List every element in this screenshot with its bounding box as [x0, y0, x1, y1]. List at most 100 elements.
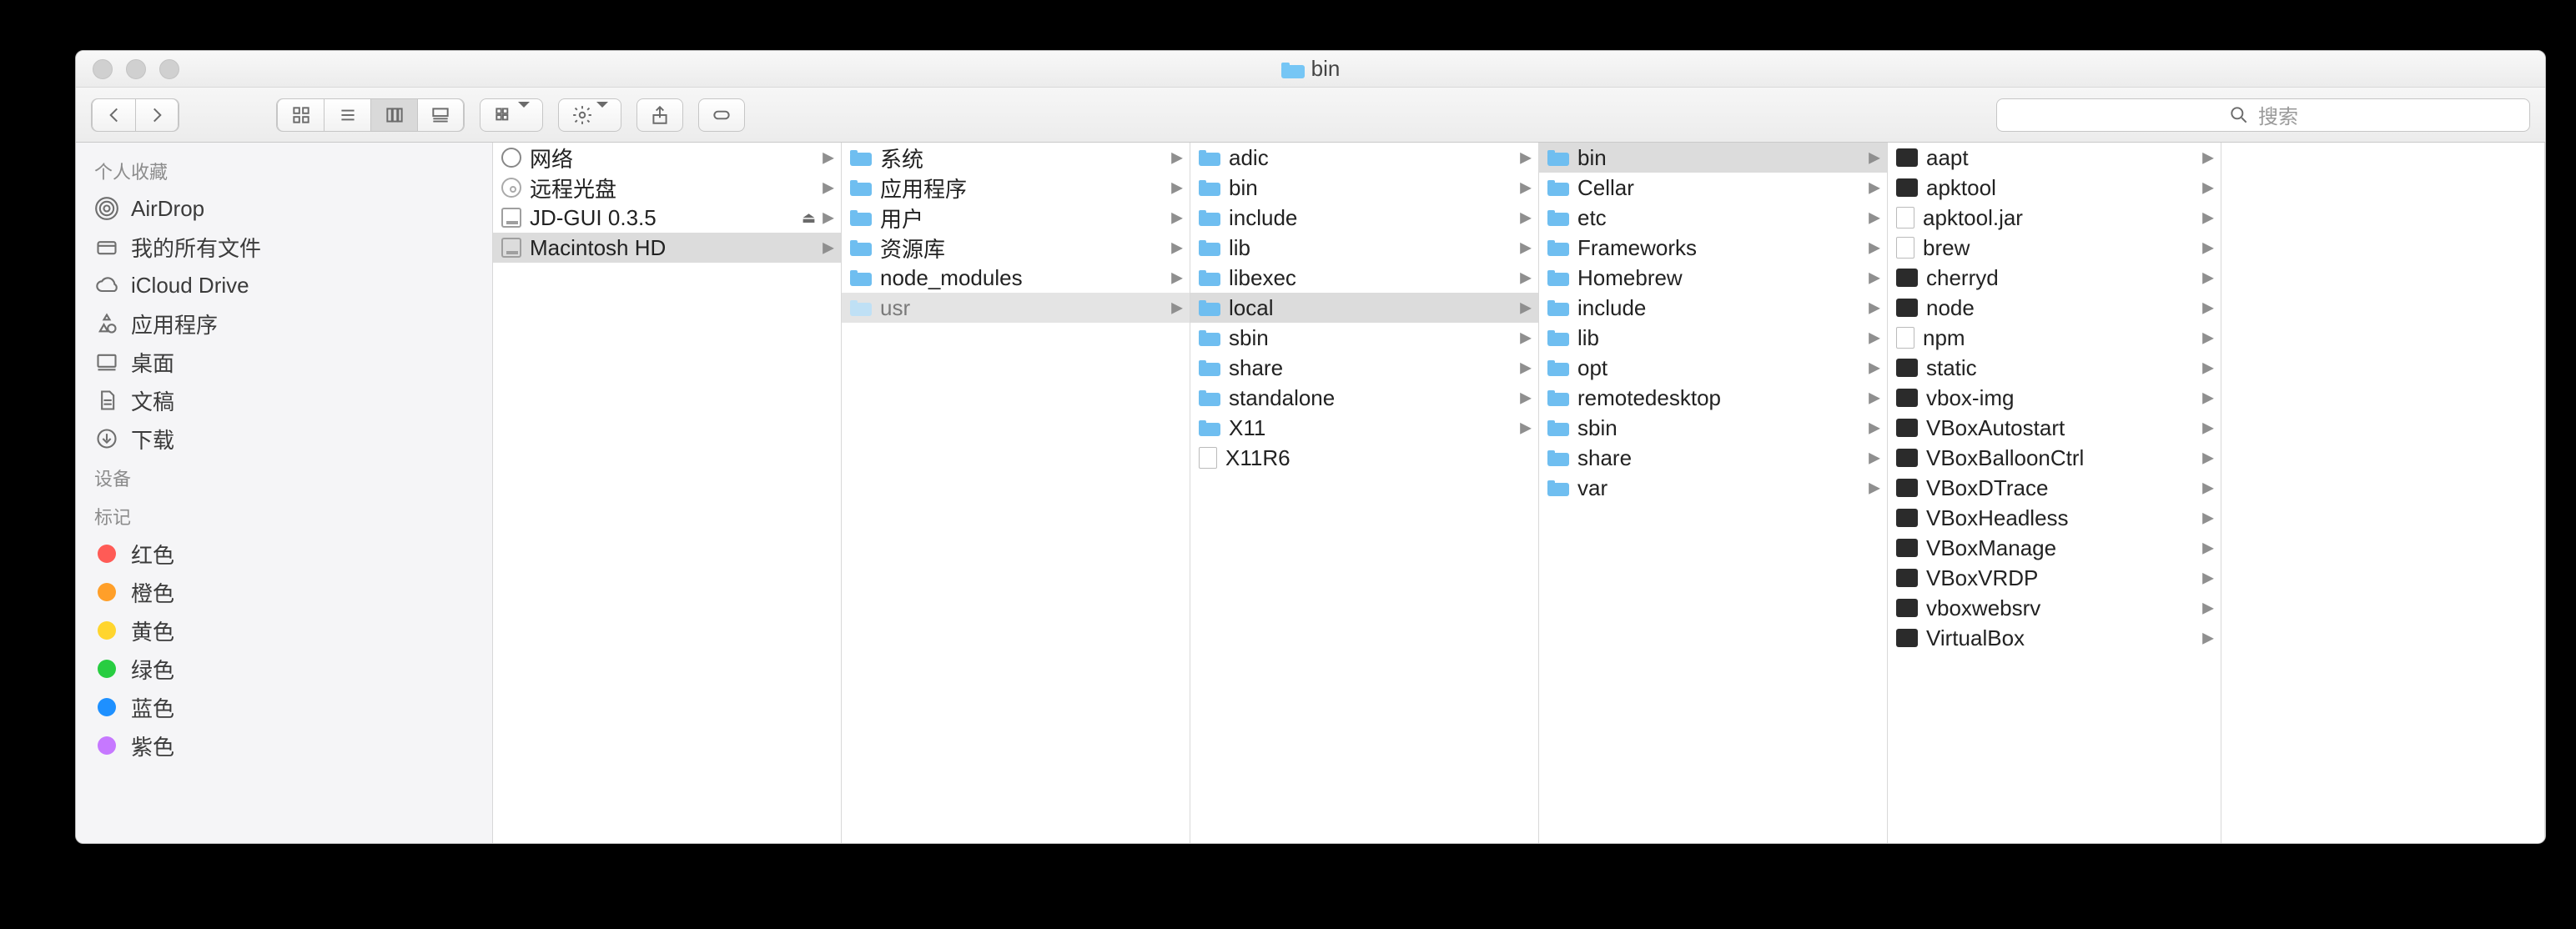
file-name: VBoxManage — [1926, 535, 2056, 561]
file-row[interactable]: adic▶ — [1190, 143, 1538, 173]
file-row[interactable]: X11▶ — [1190, 413, 1538, 443]
file-row[interactable]: libexec▶ — [1190, 263, 1538, 293]
view-coverflow-button[interactable] — [417, 98, 464, 132]
sidebar: 个人收藏 AirDrop我的所有文件iCloud Drive应用程序桌面文稿下载… — [76, 143, 493, 843]
file-name: Macintosh HD — [530, 235, 666, 261]
sidebar-tag[interactable]: 橙色 — [76, 573, 492, 611]
share-icon — [649, 104, 671, 126]
file-row[interactable]: Homebrew▶ — [1539, 263, 1887, 293]
file-row[interactable]: lib▶ — [1539, 323, 1887, 353]
arrange-button[interactable] — [480, 98, 543, 132]
toolbar: 搜索 — [76, 88, 2545, 143]
file-row[interactable]: etc▶ — [1539, 203, 1887, 233]
file-row[interactable]: standalone▶ — [1190, 383, 1538, 413]
file-row[interactable]: 应用程序▶ — [842, 173, 1190, 203]
file-row[interactable]: 用户▶ — [842, 203, 1190, 233]
sidebar-item-allfiles[interactable]: 我的所有文件 — [76, 228, 492, 266]
file-row[interactable]: bin▶ — [1190, 173, 1538, 203]
file-row[interactable]: JD-GUI 0.3.5⏏▶ — [493, 203, 841, 233]
file-row[interactable]: brew▶ — [1888, 233, 2221, 263]
file-row[interactable]: 资源库▶ — [842, 233, 1190, 263]
file-name: 用户 — [880, 203, 923, 234]
sidebar-tag[interactable]: 红色 — [76, 535, 492, 573]
file-name: lib — [1577, 325, 1599, 351]
file-row[interactable]: VirtualBox▶ — [1888, 623, 2221, 653]
zoom-button[interactable] — [159, 59, 179, 79]
file-row[interactable]: VBoxDTrace▶ — [1888, 473, 2221, 503]
file-row[interactable]: VBoxAutostart▶ — [1888, 413, 2221, 443]
sidebar-item-label: 应用程序 — [131, 309, 218, 339]
file-row[interactable]: 系统▶ — [842, 143, 1190, 173]
file-row[interactable]: lib▶ — [1190, 233, 1538, 263]
column-5 — [2221, 143, 2545, 843]
file-name: include — [1577, 295, 1646, 321]
file-row[interactable]: Macintosh HD▶ — [493, 233, 841, 263]
file-row[interactable]: aapt▶ — [1888, 143, 2221, 173]
sidebar-item-docs[interactable]: 文稿 — [76, 381, 492, 419]
file-row[interactable]: share▶ — [1539, 443, 1887, 473]
view-list-button[interactable] — [324, 98, 370, 132]
file-row[interactable]: VBoxHeadless▶ — [1888, 503, 2221, 533]
share-button[interactable] — [636, 98, 683, 132]
back-button[interactable] — [92, 98, 135, 132]
sidebar-item-downloads[interactable]: 下载 — [76, 419, 492, 458]
file-row[interactable]: local▶ — [1190, 293, 1538, 323]
file-name: VBoxVRDP — [1926, 565, 2038, 591]
sidebar-tag[interactable]: 蓝色 — [76, 688, 492, 726]
file-row[interactable]: bin▶ — [1539, 143, 1887, 173]
apps-icon — [94, 311, 119, 336]
close-button[interactable] — [93, 59, 113, 79]
forward-button[interactable] — [135, 98, 179, 132]
sidebar-tags-header: 标记 — [76, 496, 492, 535]
file-row[interactable]: sbin▶ — [1190, 323, 1538, 353]
file-row[interactable]: node_modules▶ — [842, 263, 1190, 293]
sidebar-item-desktop[interactable]: 桌面 — [76, 343, 492, 381]
search-field[interactable]: 搜索 — [1996, 98, 2530, 132]
file-row[interactable]: apktool▶ — [1888, 173, 2221, 203]
file-row[interactable]: include▶ — [1190, 203, 1538, 233]
view-column-button[interactable] — [370, 98, 417, 132]
exec-icon — [1896, 389, 1918, 407]
sidebar-item-airdrop[interactable]: AirDrop — [76, 189, 492, 228]
eject-icon[interactable]: ⏏ — [802, 209, 816, 227]
file-row[interactable]: cherryd▶ — [1888, 263, 2221, 293]
file-row[interactable]: opt▶ — [1539, 353, 1887, 383]
file-row[interactable]: sbin▶ — [1539, 413, 1887, 443]
file-row[interactable]: share▶ — [1190, 353, 1538, 383]
tags-button[interactable] — [698, 98, 745, 132]
file-row[interactable]: remotedesktop▶ — [1539, 383, 1887, 413]
file-row[interactable]: include▶ — [1539, 293, 1887, 323]
file-row[interactable]: Frameworks▶ — [1539, 233, 1887, 263]
action-button[interactable] — [558, 98, 621, 132]
exec-icon — [1896, 629, 1918, 647]
file-name: libexec — [1229, 265, 1296, 291]
folder-icon — [1547, 479, 1569, 497]
file-row[interactable]: VBoxManage ▶ — [1888, 533, 2221, 563]
sidebar-tag[interactable]: 黄色 — [76, 611, 492, 650]
file-row[interactable]: usr▶ — [842, 293, 1190, 323]
minimize-button[interactable] — [126, 59, 146, 79]
file-row[interactable]: VBoxVRDP▶ — [1888, 563, 2221, 593]
view-icon-button[interactable] — [277, 98, 324, 132]
file-row[interactable]: vbox-img▶ — [1888, 383, 2221, 413]
file-row[interactable]: static▶ — [1888, 353, 2221, 383]
sidebar-item-icloud[interactable]: iCloud Drive — [76, 266, 492, 304]
file-row[interactable]: 远程光盘▶ — [493, 173, 841, 203]
chevron-right-icon: ▶ — [2202, 540, 2214, 557]
sidebar-tag[interactable]: 绿色 — [76, 650, 492, 688]
folder-icon — [1547, 329, 1569, 347]
sidebar-tag[interactable]: 紫色 — [76, 726, 492, 765]
sidebar-item-apps[interactable]: 应用程序 — [76, 304, 492, 343]
file-row[interactable]: 网络▶ — [493, 143, 841, 173]
file-row[interactable]: vboxwebsrv▶ — [1888, 593, 2221, 623]
sidebar-item-label: 桌面 — [131, 347, 174, 378]
file-row[interactable]: node▶ — [1888, 293, 2221, 323]
file-row[interactable]: npm▶ — [1888, 323, 2221, 353]
file-row[interactable]: VBoxBalloonCtrl▶ — [1888, 443, 2221, 473]
sidebar-item-label: 蓝色 — [131, 692, 174, 723]
file-row[interactable]: Cellar▶ — [1539, 173, 1887, 203]
file-row[interactable]: apktool.jar▶ — [1888, 203, 2221, 233]
file-row[interactable]: X11R6 — [1190, 443, 1538, 473]
file-row[interactable]: var▶ — [1539, 473, 1887, 503]
column-browser: 网络▶远程光盘▶JD-GUI 0.3.5⏏▶Macintosh HD▶系统▶应用… — [493, 143, 2545, 843]
